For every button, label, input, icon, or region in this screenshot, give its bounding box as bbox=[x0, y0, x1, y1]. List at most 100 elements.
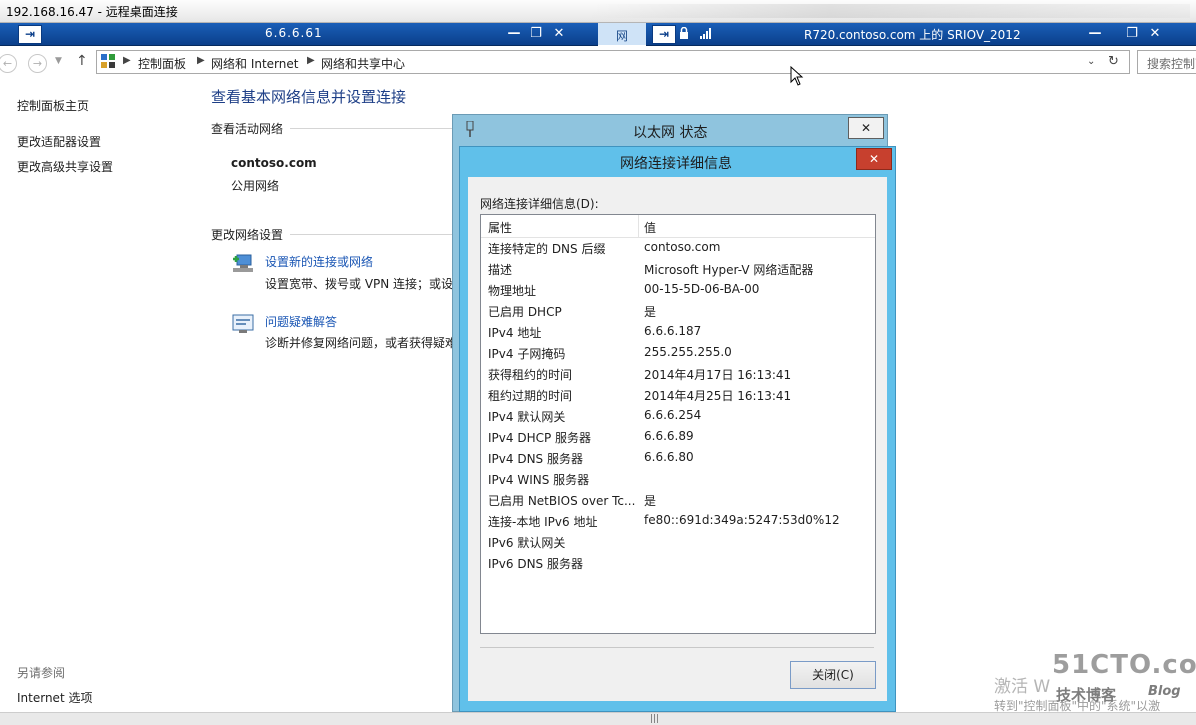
row-property: IPv4 子网掩码 bbox=[488, 347, 566, 361]
details-list-label: 网络连接详细信息(D): bbox=[480, 197, 599, 211]
rdp-window-title: 192.168.16.47 - 远程桌面连接 bbox=[6, 5, 178, 19]
row-property: IPv4 DHCP 服务器 bbox=[488, 431, 592, 445]
troubleshoot-link[interactable]: 问题疑难解答 bbox=[265, 313, 337, 330]
section-divider bbox=[290, 128, 452, 129]
breadcrumb-network-sharing-center[interactable]: 网络和共享中心 bbox=[321, 55, 405, 72]
table-row[interactable]: IPv4 子网掩码 255.255.255.0 bbox=[481, 342, 875, 363]
row-value: 是 bbox=[644, 305, 657, 319]
page-title: 查看基本网络信息并设置连接 bbox=[211, 88, 407, 106]
row-property: 获得租约的时间 bbox=[488, 368, 573, 382]
table-row[interactable]: IPv4 DNS 服务器 6.6.6.80 bbox=[481, 447, 875, 468]
list-header: 属性 值 bbox=[481, 215, 875, 238]
row-property: IPv4 默认网关 bbox=[488, 410, 566, 424]
see-also-heading: 另请参阅 bbox=[17, 666, 66, 680]
setup-connection-link[interactable]: 设置新的连接或网络 bbox=[265, 253, 373, 270]
table-row[interactable]: 租约过期的时间 2014年4月25日 16:13:41 bbox=[481, 384, 875, 405]
connection-bar-r720[interactable]: ⇥ R720.contoso.com 上的 SRIOV_2012 — ❐ ✕ bbox=[646, 23, 1196, 46]
row-property: 已启用 DHCP bbox=[488, 305, 562, 319]
forward-button[interactable]: → bbox=[28, 54, 47, 73]
row-property: 连接特定的 DNS 后缀 bbox=[488, 242, 606, 256]
status-dialog-title: 以太网 状态 bbox=[633, 125, 708, 141]
change-advanced-sharing-link[interactable]: 更改高级共享设置 bbox=[17, 158, 113, 175]
rdp-title-bar[interactable]: 192.168.16.47 - 远程桌面连接 bbox=[0, 0, 1196, 23]
table-row[interactable]: 获得租约的时间 2014年4月17日 16:13:41 bbox=[481, 363, 875, 384]
table-row[interactable]: IPv6 DNS 服务器 bbox=[481, 552, 875, 573]
row-property: IPv4 DNS 服务器 bbox=[488, 452, 583, 466]
pin-icon[interactable]: ⇥ bbox=[652, 25, 676, 44]
row-value: 6.6.6.187 bbox=[644, 324, 702, 338]
column-divider[interactable] bbox=[638, 215, 639, 237]
address-bar[interactable]: ▶ 控制面板 ▶ 网络和 Internet ▶ 网络和共享中心 ⌄ ↻ bbox=[96, 50, 1130, 74]
setup-connection-description: 设置宽带、拨号或 VPN 连接；或设 bbox=[265, 277, 454, 291]
row-property: IPv4 地址 bbox=[488, 326, 542, 340]
list-rows: 连接特定的 DNS 后缀 contoso.com 描述 Microsoft Hyper… bbox=[481, 237, 875, 627]
mouse-cursor-icon bbox=[790, 65, 804, 86]
connection-title: 6.6.6.61 bbox=[265, 26, 323, 40]
control-panel-home-link[interactable]: 控制面板主页 bbox=[17, 97, 89, 114]
column-header-value[interactable]: 值 bbox=[644, 219, 656, 236]
row-property: 描述 bbox=[488, 263, 513, 277]
row-property: 连接-本地 IPv6 地址 bbox=[488, 515, 598, 529]
address-dropdown-icon[interactable]: ⌄ bbox=[1087, 56, 1095, 67]
connection-tab-hidden[interactable]: 网 bbox=[598, 23, 646, 45]
row-property: IPv6 DNS 服务器 bbox=[488, 557, 583, 571]
row-property: 已启用 NetBIOS over Tc... bbox=[488, 494, 636, 508]
back-button[interactable]: ← bbox=[0, 54, 17, 73]
table-row[interactable]: 已启用 NetBIOS over Tc... 是 bbox=[481, 489, 875, 510]
close-button[interactable]: 关闭(C) bbox=[790, 661, 876, 689]
restore-button[interactable]: ❐ bbox=[527, 25, 545, 43]
minimize-button[interactable]: — bbox=[505, 25, 523, 43]
close-button[interactable]: ✕ bbox=[1146, 25, 1164, 43]
table-row[interactable]: IPv6 默认网关 bbox=[481, 531, 875, 552]
row-value: 6.6.6.80 bbox=[644, 450, 694, 464]
details-close-x-button[interactable]: ✕ bbox=[856, 148, 892, 170]
column-header-property[interactable]: 属性 bbox=[488, 219, 512, 236]
recent-pages-chevron-icon[interactable]: ▼ bbox=[55, 56, 62, 66]
table-row[interactable]: 已启用 DHCP 是 bbox=[481, 300, 875, 321]
scrollbar-grip-icon[interactable]: ||| bbox=[650, 714, 659, 724]
table-row[interactable]: IPv4 WINS 服务器 bbox=[481, 468, 875, 489]
troubleshoot-description: 诊断并修复网络问题，或者获得疑难 bbox=[265, 336, 458, 350]
connection-title: R720.contoso.com 上的 SRIOV_2012 bbox=[804, 28, 1021, 42]
details-list[interactable]: 属性 值 连接特定的 DNS 后缀 contoso.com 描述 Microsoft … bbox=[480, 214, 876, 634]
network-name: contoso.com bbox=[231, 156, 317, 170]
row-property: IPv6 默认网关 bbox=[488, 536, 566, 550]
minimize-button[interactable]: — bbox=[1086, 25, 1104, 43]
search-input[interactable]: 搜索控制面板 bbox=[1137, 50, 1196, 74]
network-details-dialog[interactable]: 网络连接详细信息 ✕ 网络连接详细信息(D): 属性 值 连接特定的 DNS 后… bbox=[459, 146, 896, 712]
lock-icon bbox=[679, 26, 689, 39]
row-property: IPv4 WINS 服务器 bbox=[488, 473, 590, 487]
table-row[interactable]: IPv4 DHCP 服务器 6.6.6.89 bbox=[481, 426, 875, 447]
row-value: 6.6.6.254 bbox=[644, 408, 702, 422]
table-row[interactable]: 描述 Microsoft Hyper-V 网络适配器 bbox=[481, 258, 875, 279]
brand-blog-label: Blog bbox=[1148, 684, 1181, 699]
pin-icon[interactable]: ⇥ bbox=[18, 25, 42, 44]
close-button[interactable]: ✕ bbox=[550, 25, 568, 43]
table-row[interactable]: 连接-本地 IPv6 地址 fe80::691d:349a:5247:53d0%1… bbox=[481, 510, 875, 531]
refresh-icon[interactable]: ↻ bbox=[1108, 54, 1119, 69]
details-dialog-body: 网络连接详细信息(D): 属性 值 连接特定的 DNS 后缀 contoso.co… bbox=[468, 177, 887, 701]
activate-windows-text: 激活 W bbox=[994, 677, 1051, 697]
row-value: 2014年4月17日 16:13:41 bbox=[644, 368, 792, 382]
table-row[interactable]: 连接特定的 DNS 后缀 contoso.com bbox=[481, 237, 875, 258]
table-row[interactable]: 物理地址 00-15-5D-06-BA-00 bbox=[481, 279, 875, 300]
status-close-button[interactable]: ✕ bbox=[848, 117, 884, 139]
horizontal-scrollbar[interactable]: ||| bbox=[0, 712, 1196, 725]
connection-bar-6-6-6-61[interactable]: ⇥ 6.6.6.61 — ❐ ✕ bbox=[0, 23, 598, 46]
background-window-ghost bbox=[590, 4, 1190, 18]
change-adapter-settings-link[interactable]: 更改适配器设置 bbox=[17, 133, 101, 150]
search-placeholder: 搜索控制面板 bbox=[1147, 57, 1196, 71]
breadcrumb-control-panel[interactable]: 控制面板 bbox=[138, 55, 186, 72]
up-arrow-icon[interactable]: ↑ bbox=[76, 53, 88, 69]
details-dialog-title: 网络连接详细信息 bbox=[620, 156, 732, 172]
row-value: contoso.com bbox=[644, 240, 721, 254]
internet-options-link[interactable]: Internet 选项 bbox=[17, 689, 92, 706]
explorer-nav-bar: ← → ▼ ↑ ▶ 控制面板 ▶ 网络和 Internet ▶ 网络和共享中心 … bbox=[0, 46, 1196, 86]
control-panel-icon bbox=[101, 54, 115, 68]
table-row[interactable]: IPv4 默认网关 6.6.6.254 bbox=[481, 405, 875, 426]
network-adapter-icon bbox=[465, 120, 475, 137]
dialog-divider bbox=[480, 647, 874, 648]
table-row[interactable]: IPv4 地址 6.6.6.187 bbox=[481, 321, 875, 342]
breadcrumb-network-internet[interactable]: 网络和 Internet bbox=[211, 55, 298, 72]
restore-button[interactable]: ❐ bbox=[1123, 25, 1141, 43]
